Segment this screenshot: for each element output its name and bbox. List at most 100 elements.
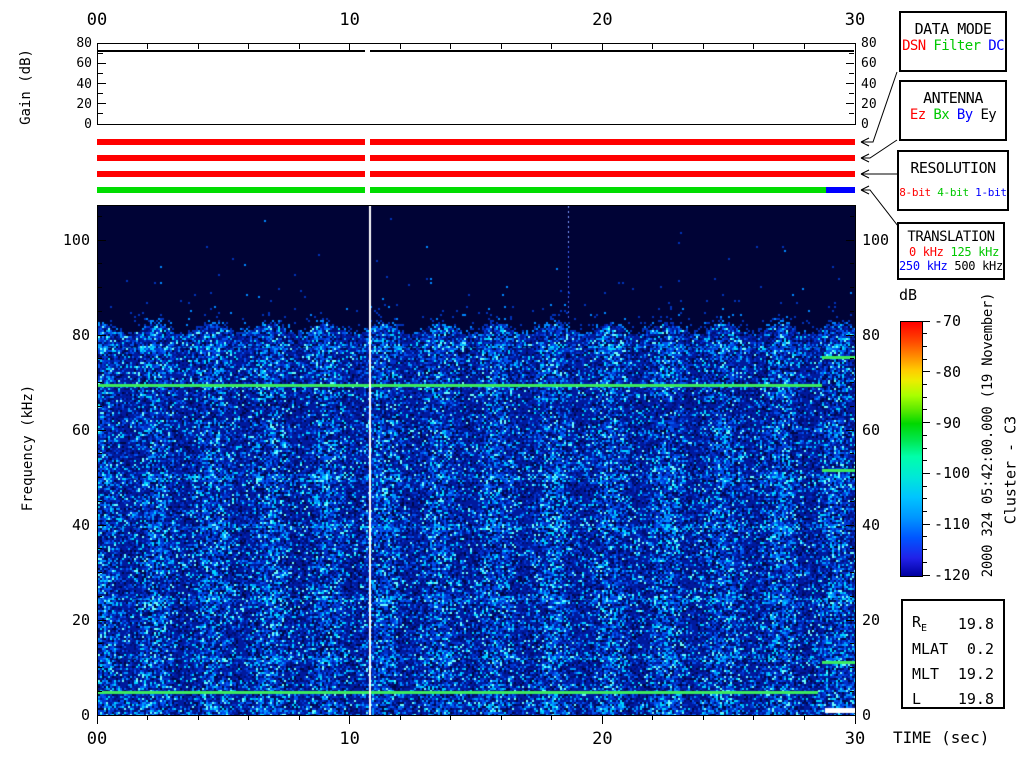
freq-left-tick xyxy=(98,477,102,479)
freq-right-tick xyxy=(850,405,854,407)
colorbar-tick xyxy=(923,523,930,525)
data-mode-bar xyxy=(97,139,855,145)
gain-top-tick-label: 20 xyxy=(592,10,613,30)
colorbar-tick xyxy=(923,536,927,538)
gain-left-tick xyxy=(98,103,106,105)
time-bottom-tick xyxy=(551,715,553,720)
colorbar-tick xyxy=(923,485,927,487)
colorbar-tick xyxy=(923,434,927,436)
gain-left-tick xyxy=(98,83,106,84)
ephemeris-value: 19.2 xyxy=(957,664,994,683)
option-ey: Ey xyxy=(980,107,997,123)
gain-left-tick-label: 0 xyxy=(84,117,92,132)
gain-top-tick-label: 00 xyxy=(86,10,108,30)
option-by: By xyxy=(956,107,973,123)
freq-left-tick xyxy=(98,524,106,526)
colorbar-tick xyxy=(923,511,927,512)
freq-right-tick-label: 20 xyxy=(862,611,881,630)
colorbar-tick xyxy=(923,460,927,462)
time-bottom-tick xyxy=(854,715,856,724)
translation-row: 0 kHz 125 kHz xyxy=(899,245,999,259)
freq-left-tick xyxy=(98,667,102,668)
freq-left-tick xyxy=(98,595,102,597)
option-250-khz: 250 kHz xyxy=(899,259,948,273)
translation-row: 250 kHz 500 kHz xyxy=(899,259,1003,273)
freq-right-tick xyxy=(850,690,854,692)
gain-top-tick xyxy=(298,44,300,49)
spectrogram-canvas xyxy=(98,206,855,715)
freq-left-tick-label: 100 xyxy=(62,231,90,250)
freq-left-tick xyxy=(98,263,102,265)
gain-top-tick xyxy=(248,44,250,49)
wbd-plot-page: Gain (dB) Frequency (kHz) 00 10 20 30 0 0 20 20… xyxy=(0,0,1024,768)
ephemeris-row: MLAT 0.2 xyxy=(903,636,1003,661)
freq-right-tick xyxy=(846,239,854,241)
data-mode-options: DSN Filter DC xyxy=(901,38,1005,54)
freq-right-tick xyxy=(850,358,854,360)
gain-top-tick xyxy=(399,44,401,49)
colorbar-tick xyxy=(923,549,927,551)
colorbar-tick xyxy=(923,498,927,500)
colorbar xyxy=(900,321,923,577)
antenna-bar xyxy=(97,155,855,161)
gain-plot-box xyxy=(97,43,856,125)
connector-line-translation xyxy=(860,185,899,227)
time-bottom-tick xyxy=(753,715,755,720)
connector-line-resolution xyxy=(860,169,897,179)
freq-right-tick xyxy=(850,263,854,265)
time-bottom-tick-label: 00 xyxy=(86,729,108,749)
resolution-bar xyxy=(97,171,855,177)
ephemeris-rows: RE 19.8 MLAT 0.2 MLT 19.2 L 19.8 xyxy=(903,611,1003,711)
freq-left-tick xyxy=(98,500,102,502)
translation-panel: TRANSLATION 0 kHz 125 kHz 250 kHz 500 kHz xyxy=(897,222,1005,280)
colorbar-tick-label: -110 xyxy=(934,515,971,534)
gain-top-tick-label: 30 xyxy=(844,10,866,30)
translation-bar xyxy=(825,187,855,193)
colorbar-tick-label: -80 xyxy=(934,362,962,381)
gain-axis-title: Gain (dB) xyxy=(18,49,34,125)
option-0-khz: 0 kHz xyxy=(908,245,944,259)
gain-right-tick xyxy=(849,113,854,115)
time-bottom-tick xyxy=(652,715,654,720)
timestamp-label: 2000 324 05:42:00.000 (19 November) xyxy=(980,292,996,578)
freq-left-tick xyxy=(98,287,102,289)
freq-left-tick xyxy=(98,714,106,716)
colorbar-tick xyxy=(923,409,927,411)
time-axis-title: TIME (sec) xyxy=(893,728,990,747)
option-500-khz: 500 kHz xyxy=(954,259,1003,273)
freq-left-tick xyxy=(98,643,102,645)
freq-right-tick-label: 40 xyxy=(862,516,881,535)
gain-top-tick xyxy=(197,44,199,49)
freq-right-tick-label: 60 xyxy=(862,421,881,440)
colorbar-tick xyxy=(923,320,930,322)
gain-left-tick-label: 60 xyxy=(76,56,92,72)
ephemeris-label: RE xyxy=(912,613,928,634)
freq-left-tick xyxy=(98,310,102,312)
time-bottom-tick xyxy=(702,715,704,720)
translation-bar-gap xyxy=(365,187,371,193)
gain-right-tick-label: 0 xyxy=(861,117,869,132)
freq-left-tick xyxy=(98,382,102,384)
gain-right-tick xyxy=(849,52,854,54)
gain-trace xyxy=(98,50,366,53)
time-bottom-tick xyxy=(298,715,300,720)
connector-line-antenna xyxy=(860,139,898,163)
time-bottom-tick xyxy=(248,715,250,720)
freq-left-tick xyxy=(98,548,102,550)
option-ez: Ez xyxy=(909,107,926,123)
resolution-panel: RESOLUTION 8-bit 4-bit 1-bit xyxy=(897,150,1009,211)
translation-title: TRANSLATION xyxy=(907,229,995,245)
gain-left-tick-label: 80 xyxy=(76,36,92,51)
freq-right-tick-label: 80 xyxy=(862,326,881,345)
colorbar-tick xyxy=(923,472,930,474)
freq-right-tick xyxy=(850,548,854,550)
freq-right-tick xyxy=(846,714,854,716)
ephemeris-label: MLT xyxy=(912,664,940,683)
colorbar-tick-label: -90 xyxy=(934,413,962,432)
gain-right-tick-label: 20 xyxy=(861,96,877,112)
spacecraft-label: Cluster - C3 xyxy=(1001,415,1020,525)
time-bottom-tick xyxy=(399,715,401,720)
ephemeris-label: L xyxy=(912,689,922,708)
translation-options: 0 kHz 125 kHz 250 kHz 500 kHz xyxy=(899,245,1003,273)
gain-top-tick xyxy=(652,44,654,49)
